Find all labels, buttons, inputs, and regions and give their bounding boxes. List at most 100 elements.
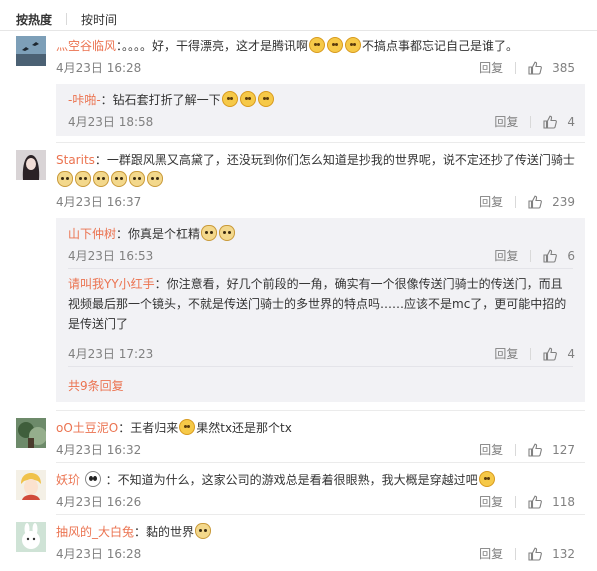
thumbs-up-icon xyxy=(528,547,542,561)
sort-divider xyxy=(66,13,68,25)
face-emoji-icon xyxy=(327,37,344,53)
comment-text: oO土豆泥O：王者归来 果然tx还是那个tx xyxy=(56,419,292,435)
action-divider xyxy=(530,250,532,262)
like-count: 4 xyxy=(567,347,575,361)
like-button[interactable]: 6 xyxy=(543,246,575,266)
reply-button[interactable]: 回复 xyxy=(494,112,518,132)
comment-meta: 4月23日 16:28 回复 132 xyxy=(56,544,585,564)
sort-by-time[interactable]: 按时间 xyxy=(81,11,117,28)
reply-button[interactable]: 回复 xyxy=(479,58,503,78)
like-button[interactable]: 118 xyxy=(528,492,575,512)
face-emoji-icon xyxy=(345,37,362,53)
comment-username[interactable]: Starits xyxy=(56,153,95,167)
like-button[interactable]: 4 xyxy=(543,112,575,132)
action-divider xyxy=(515,196,517,208)
avatar[interactable] xyxy=(16,470,46,500)
action-divider xyxy=(515,496,517,508)
action-divider xyxy=(530,116,532,128)
avatar[interactable] xyxy=(16,418,46,448)
reply-time: 4月23日 16:53 xyxy=(68,249,154,263)
thumbs-up-icon xyxy=(528,195,542,209)
reply-actions: 回复 6 xyxy=(494,246,575,266)
like-count: 132 xyxy=(552,547,575,561)
like-button[interactable]: 4 xyxy=(543,344,575,364)
like-count: 118 xyxy=(552,495,575,509)
action-divider xyxy=(515,444,517,456)
thumbs-up-icon xyxy=(543,347,558,361)
reply-divider xyxy=(68,268,573,269)
reply-text: 山下仲树：你真是个杠精 xyxy=(68,224,585,244)
avatar[interactable] xyxy=(16,522,46,552)
reply-button[interactable]: 回复 xyxy=(494,344,518,364)
sort-bar: 按热度 按时间 xyxy=(16,10,117,28)
like-button[interactable]: 385 xyxy=(528,58,575,78)
reply-actions: 回复 4 xyxy=(494,112,575,132)
like-button[interactable]: 132 xyxy=(528,544,575,564)
like-button[interactable]: 239 xyxy=(528,192,575,212)
comment-meta: 4月23日 16:37 回复 239 xyxy=(56,192,585,212)
comment-username[interactable]: oO土豆泥O xyxy=(56,421,118,435)
comment-meta: 4月23日 16:32 回复 127 xyxy=(56,440,585,460)
like-button[interactable]: 127 xyxy=(528,440,575,460)
doge-emoji-icon xyxy=(129,171,145,187)
comment-text: 妖玠 ：不知道为什么，这家公司的游戏总是看着很眼熟，我大概是穿越过吧 xyxy=(56,470,585,490)
comment-time: 4月23日 16:28 xyxy=(56,547,142,561)
reply-meta: 4月23日 18:58 回复 4 xyxy=(68,112,585,132)
action-divider xyxy=(530,348,532,360)
reply-divider xyxy=(68,366,573,367)
comment-time: 4月23日 16:37 xyxy=(56,195,142,209)
face-emoji-icon xyxy=(309,37,326,53)
doge-emoji-icon xyxy=(201,225,218,241)
comment-actions: 回复 118 xyxy=(479,492,575,512)
reply-username[interactable]: -咔啪- xyxy=(68,93,101,107)
comment-time: 4月23日 16:32 xyxy=(56,443,142,457)
face-emoji-icon xyxy=(478,471,495,487)
face-emoji-icon xyxy=(257,91,274,107)
reply-box: 山下仲树：你真是个杠精 4月23日 16:53 回复 6 请叫我YY小红手：你注… xyxy=(56,218,585,402)
reply-text: -咔啪-：钻石套打折了解一下 xyxy=(68,90,585,110)
like-count: 4 xyxy=(567,115,575,129)
reply-button[interactable]: 回复 xyxy=(479,440,503,460)
avatar[interactable] xyxy=(16,36,46,66)
like-count: 239 xyxy=(552,195,575,209)
top-divider xyxy=(0,30,597,31)
face-emoji-icon xyxy=(221,91,238,107)
thumbs-up-icon xyxy=(528,495,542,509)
thumbs-up-icon xyxy=(543,249,558,263)
like-count: 6 xyxy=(567,249,575,263)
thumbs-up-icon xyxy=(528,61,542,75)
comment-divider xyxy=(56,410,585,411)
reply-button[interactable]: 回复 xyxy=(494,246,518,266)
reply-time: 4月23日 18:58 xyxy=(68,115,154,129)
comment-text: Starits：一群跟风黑又高黛了，还没玩到你们怎么知道是抄我的世界呢，说不定还… xyxy=(56,150,585,190)
reply-button[interactable]: 回复 xyxy=(479,544,503,564)
thumbs-up-icon xyxy=(528,443,542,457)
comment-meta: 4月23日 16:28 回复 385 xyxy=(56,58,585,78)
doge-emoji-icon xyxy=(75,171,91,187)
doge-emoji-icon xyxy=(147,171,163,187)
reply-meta: 4月23日 17:23 回复 4 xyxy=(68,344,585,364)
comment-username[interactable]: 灬空谷临风 xyxy=(56,39,116,53)
reply-username[interactable]: 请叫我YY小红手 xyxy=(68,277,155,291)
action-divider xyxy=(515,62,517,74)
doge-emoji-icon xyxy=(219,225,236,241)
comment-meta: 4月23日 16:26 回复 118 xyxy=(56,492,585,512)
comment-username[interactable]: 抽风的_大白兔 xyxy=(56,525,134,539)
like-count: 385 xyxy=(552,61,575,75)
doge-emoji-icon xyxy=(93,171,109,187)
reply-button[interactable]: 回复 xyxy=(479,492,503,512)
comment-time: 4月23日 16:26 xyxy=(56,495,142,509)
reply-username[interactable]: 山下仲树 xyxy=(68,227,116,241)
sort-by-hot[interactable]: 按热度 xyxy=(16,11,52,28)
like-count: 127 xyxy=(552,443,575,457)
face-emoji-icon xyxy=(179,419,196,435)
face-emoji-icon xyxy=(239,91,256,107)
more-replies-link[interactable]: 共9条回复 xyxy=(68,376,124,396)
comment-username[interactable]: 妖玠 xyxy=(56,473,80,487)
reply-button[interactable]: 回复 xyxy=(479,192,503,212)
doge-emoji-icon xyxy=(195,523,212,539)
avatar[interactable] xyxy=(16,150,46,180)
comment-actions: 回复 239 xyxy=(479,192,575,212)
action-divider xyxy=(515,548,517,560)
reply-meta: 4月23日 16:53 回复 6 xyxy=(68,246,585,266)
